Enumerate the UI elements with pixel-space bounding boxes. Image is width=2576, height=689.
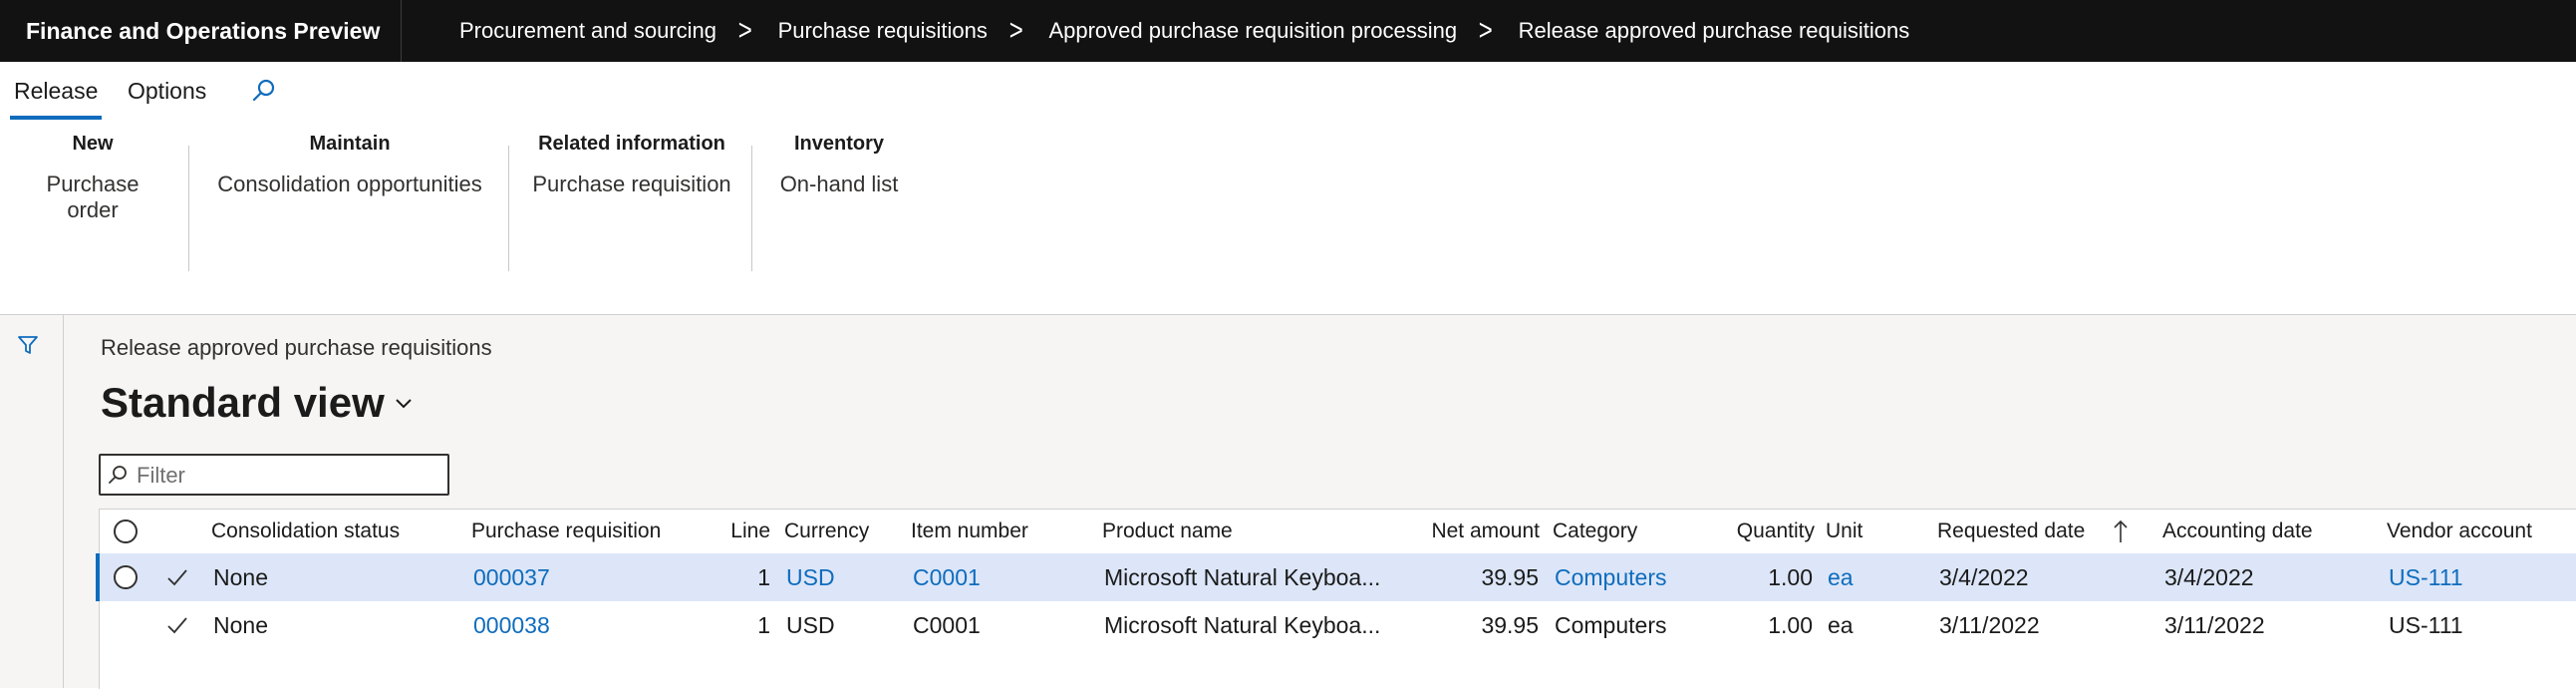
product-name-cell: Microsoft Natural Keyboa... [1104, 563, 1381, 590]
group-divider [508, 146, 509, 271]
select-all-radio[interactable] [114, 510, 138, 553]
currency-cell: USD [786, 611, 835, 638]
column-header-item-number[interactable]: Item number [911, 510, 1028, 553]
action-group-new: New Purchase order [18, 133, 167, 223]
line-cell: 1 [757, 611, 770, 638]
purchase-requisition-button[interactable]: Purchase requisition [526, 172, 737, 197]
currency-link[interactable]: USD [786, 553, 835, 601]
search-icon [109, 466, 127, 484]
search-icon[interactable] [249, 76, 279, 106]
filter-input[interactable] [135, 458, 437, 494]
net-amount-cell: 39.95 [1481, 563, 1539, 590]
category-link[interactable]: Computers [1555, 553, 1666, 601]
unit-cell: ea [1828, 611, 1854, 638]
requested-date-label: Requested date [1937, 519, 2086, 542]
chevron-right-icon: > [1478, 14, 1493, 47]
consolidation-opportunities-button[interactable]: Consolidation opportunities [207, 172, 492, 197]
page-subtitle: Release approved purchase requisitions [101, 335, 492, 360]
accounting-date-cell: 3/11/2022 [2164, 611, 2265, 638]
group-header-new: New [72, 133, 114, 155]
group-divider [751, 146, 752, 271]
content-area: Release approved purchase requisitions S… [0, 314, 2576, 689]
item-number-link[interactable]: C0001 [913, 553, 981, 601]
requested-date-cell: 3/11/2022 [1939, 611, 2040, 638]
quantity-cell: 1.00 [1768, 611, 1813, 638]
action-group-related-information: Related information Purchase requisition [526, 133, 737, 197]
checkmark-icon [165, 601, 189, 649]
accounting-date-cell: 3/4/2022 [2164, 563, 2254, 590]
grid-filter-field [99, 454, 449, 496]
on-hand-list-button[interactable]: On-hand list [769, 172, 909, 197]
purchase-order-button[interactable]: Purchase order [18, 172, 167, 223]
column-header-currency[interactable]: Currency [784, 510, 869, 553]
breadcrumb-item-release-approved[interactable]: Release approved purchase requisitions [1519, 18, 1910, 44]
consolidation-status-cell: None [213, 611, 268, 638]
action-group-maintain: Maintain Consolidation opportunities [207, 133, 492, 197]
group-header-related-information: Related information [538, 133, 725, 155]
grid-header-row: Consolidation status Purchase requisitio… [100, 510, 2576, 553]
top-navigation-bar: Finance and Operations Preview Procureme… [0, 0, 2576, 62]
column-header-quantity[interactable]: Quantity [1714, 510, 1815, 553]
view-selector[interactable]: Standard view [101, 379, 415, 427]
table-row[interactable]: None 000038 1 USD C0001 Microsoft Natura… [100, 601, 2576, 649]
chevron-right-icon: > [737, 14, 752, 47]
table-row[interactable]: None 000037 1 USD C0001 Microsoft Natura… [96, 553, 2576, 601]
product-name-cell: Microsoft Natural Keyboa... [1104, 611, 1381, 638]
column-header-requested-date[interactable]: Requested date [1937, 510, 2129, 553]
vendor-account-link[interactable]: US-111 [2389, 553, 2463, 601]
requisitions-grid: Consolidation status Purchase requisitio… [96, 509, 2576, 689]
unit-link[interactable]: ea [1828, 553, 1854, 601]
column-header-purchase-requisition[interactable]: Purchase requisition [471, 510, 661, 553]
net-amount-cell: 39.95 [1481, 611, 1539, 638]
consolidation-status-cell: None [213, 563, 268, 590]
filter-icon[interactable] [16, 333, 40, 357]
column-header-vendor-account[interactable]: Vendor account [2387, 510, 2532, 553]
column-header-product-name[interactable]: Product name [1102, 510, 1233, 553]
tab-options[interactable]: Options [128, 78, 206, 105]
sort-ascending-icon [2114, 519, 2128, 542]
vendor-account-cell: US-111 [2389, 611, 2463, 638]
item-number-cell: C0001 [913, 611, 981, 638]
chevron-down-icon [396, 399, 412, 409]
column-header-net-amount[interactable]: Net amount [1395, 510, 1540, 553]
breadcrumb-item-purchase-requisitions[interactable]: Purchase requisitions [778, 18, 988, 44]
group-header-maintain: Maintain [309, 133, 391, 155]
view-name: Standard view [101, 379, 385, 426]
group-divider [188, 146, 189, 271]
column-header-line[interactable]: Line [698, 510, 770, 553]
row-select-radio[interactable] [114, 553, 138, 601]
checkmark-icon [165, 553, 189, 601]
tab-release[interactable]: Release [9, 78, 103, 120]
purchase-requisition-link[interactable]: 000038 [473, 601, 550, 649]
column-header-accounting-date[interactable]: Accounting date [2162, 510, 2313, 553]
column-header-consolidation-status[interactable]: Consolidation status [211, 510, 400, 553]
column-header-category[interactable]: Category [1553, 510, 1637, 553]
app-title[interactable]: Finance and Operations Preview [26, 0, 380, 62]
action-group-inventory: Inventory On-hand list [769, 133, 909, 197]
quantity-cell: 1.00 [1768, 563, 1813, 590]
group-header-inventory: Inventory [793, 133, 885, 155]
chevron-right-icon: > [1008, 14, 1023, 47]
breadcrumb: Procurement and sourcing > Purchase requ… [459, 0, 1909, 62]
column-header-unit[interactable]: Unit [1826, 510, 1862, 553]
breadcrumb-item-procurement[interactable]: Procurement and sourcing [459, 18, 716, 44]
breadcrumb-item-approved-processing[interactable]: Approved purchase requisition processing [1048, 18, 1457, 44]
purchase-requisition-link[interactable]: 000037 [473, 553, 550, 601]
topbar-divider [401, 0, 402, 62]
category-cell: Computers [1555, 611, 1667, 638]
requested-date-cell: 3/4/2022 [1939, 563, 2029, 590]
filter-pane-rail [0, 315, 64, 688]
line-cell: 1 [757, 563, 770, 590]
